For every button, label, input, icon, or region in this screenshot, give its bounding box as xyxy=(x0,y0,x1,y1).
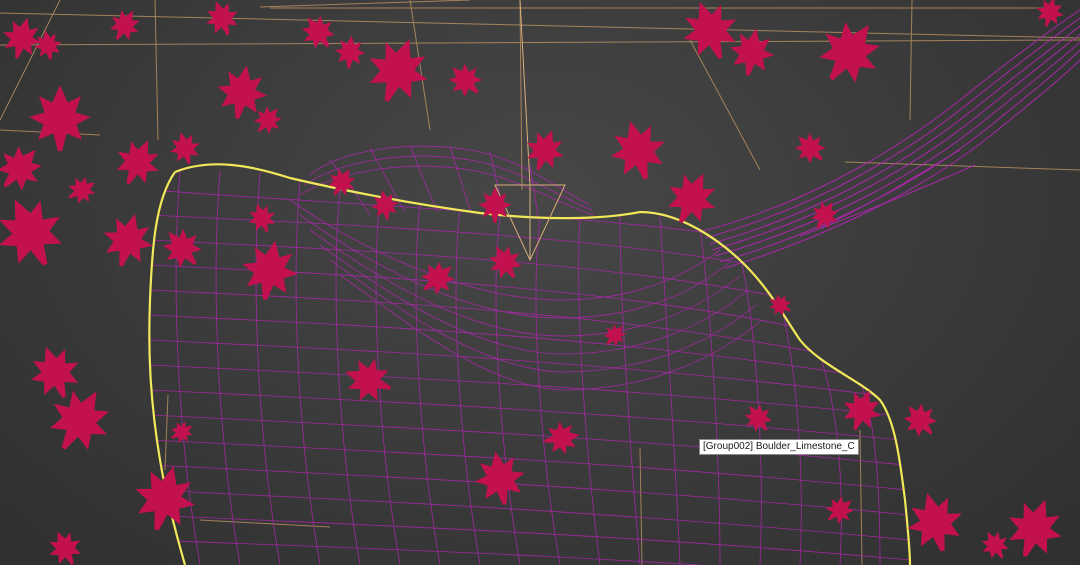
maple-leaf-icon xyxy=(413,253,463,303)
maple-leaf-icon xyxy=(481,238,529,286)
maple-leaf-icon xyxy=(322,162,362,202)
maple-leaf-icon xyxy=(22,338,88,406)
maple-leaf-icon xyxy=(470,447,530,509)
3d-viewport[interactable]: [Group002] Boulder_Limestone_C xyxy=(0,0,1080,565)
camera-target-icon[interactable] xyxy=(494,0,566,262)
maple-leaf-icon xyxy=(333,34,367,70)
maple-leaf-icon xyxy=(787,125,833,171)
maple-leaf-icon xyxy=(998,490,1072,565)
maple-leaf-icon xyxy=(440,55,490,105)
maple-leaf-icon xyxy=(603,113,673,187)
maple-leaf-icon xyxy=(895,395,945,445)
maple-leaf-icon xyxy=(975,525,1015,565)
maple-leaf-icon xyxy=(657,162,727,234)
scene-canvas[interactable] xyxy=(0,0,1080,565)
maple-leaf-icon xyxy=(0,185,76,279)
maple-leaf-icon xyxy=(165,128,205,168)
maple-leaf-icon xyxy=(357,28,439,112)
maple-leaf-icon xyxy=(337,350,399,410)
object-name-tooltip: [Group002] Boulder_Limestone_C xyxy=(699,439,859,455)
maple-leaf-icon xyxy=(62,170,102,210)
maple-leaf-icon xyxy=(805,7,895,97)
maple-leaf-icon xyxy=(107,130,169,194)
maple-leaf-icon xyxy=(1032,0,1068,31)
maple-leaf-icon xyxy=(725,24,779,80)
maple-leaf-icon xyxy=(103,3,147,47)
maple-leaf-icon xyxy=(243,199,281,237)
maple-leaf-icon xyxy=(153,219,211,277)
maple-leaf-icon xyxy=(293,7,343,57)
maple-leaf-icon xyxy=(900,485,970,559)
maple-leaf-icon xyxy=(0,135,53,201)
maple-leaf-icon xyxy=(673,0,747,68)
maple-leaf-icon xyxy=(96,207,160,273)
maple-leaf-icon xyxy=(200,0,244,41)
bounding-box-lines xyxy=(0,0,1080,565)
maple-leaf-icon xyxy=(126,458,204,538)
maple-leaf-icon xyxy=(29,85,91,151)
maple-leaf-icon xyxy=(42,524,88,565)
maple-leaf-icon xyxy=(478,187,512,223)
